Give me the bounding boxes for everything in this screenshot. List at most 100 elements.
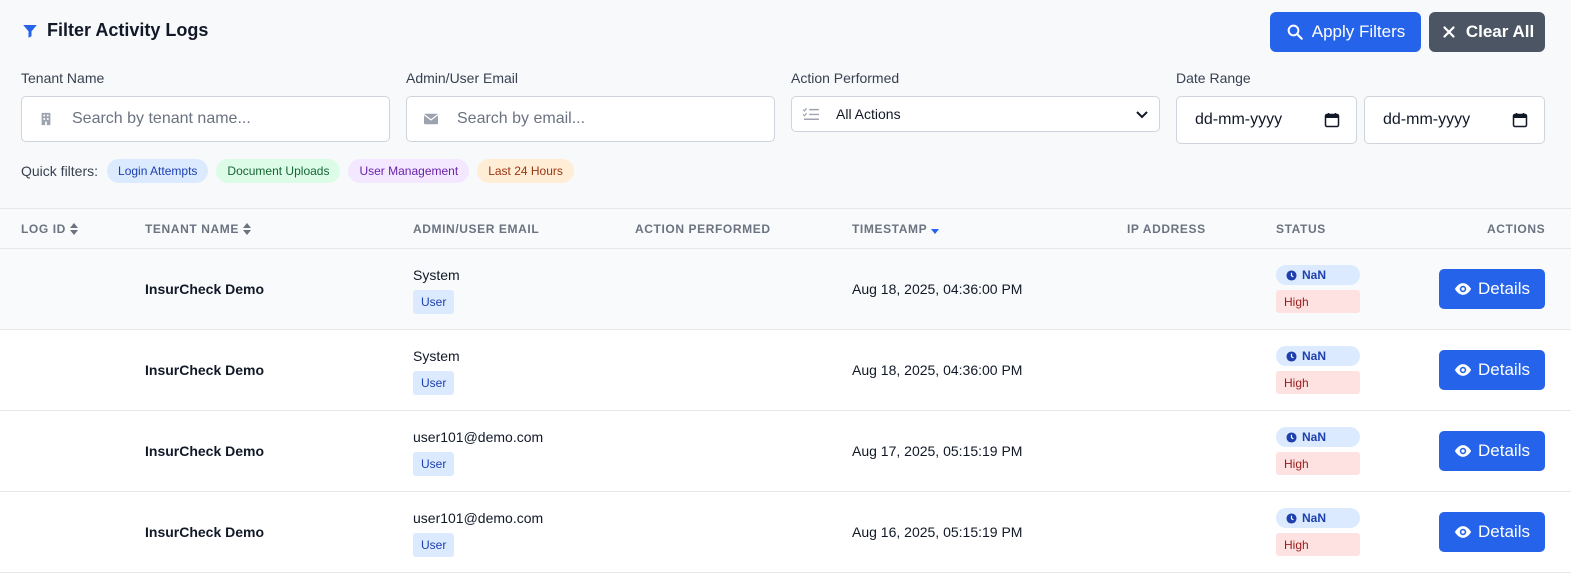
header-email: ADMIN/USER EMAIL xyxy=(413,222,539,236)
envelope-icon xyxy=(423,111,439,127)
apply-filters-button[interactable]: Apply Filters xyxy=(1270,12,1421,52)
timestamp-cell: Aug 16, 2025, 05:15:19 PM xyxy=(852,524,1023,540)
filter-icon xyxy=(23,24,37,38)
header-status: STATUS xyxy=(1276,222,1326,236)
email-label: Admin/User Email xyxy=(406,70,519,86)
tenant-search-field[interactable] xyxy=(21,96,390,142)
role-badge: User xyxy=(413,371,455,395)
status-text: NaN xyxy=(1302,349,1327,363)
tenant-cell: InsurCheck Demo xyxy=(145,362,265,378)
building-icon xyxy=(38,111,54,127)
clock-icon xyxy=(1286,431,1297,443)
timestamp-cell: Aug 18, 2025, 04:36:00 PM xyxy=(852,281,1023,297)
header-log-id[interactable]: LOG ID xyxy=(21,222,78,236)
eye-icon xyxy=(1454,445,1472,457)
details-label: Details xyxy=(1478,360,1530,379)
tenant-cell: InsurCheck Demo xyxy=(145,443,265,459)
header-actions: ACTIONS xyxy=(1487,222,1545,236)
header-log-id-label: LOG ID xyxy=(21,222,66,236)
status-badge: NaN xyxy=(1276,508,1360,528)
clear-all-label: Clear All xyxy=(1465,22,1535,41)
clock-icon xyxy=(1286,512,1297,524)
header-action: ACTION PERFORMED xyxy=(635,222,771,236)
status-badge: NaN xyxy=(1276,265,1360,285)
table-header: LOG ID TENANT NAME ADMIN/USER EMAIL ACTI… xyxy=(0,209,1571,249)
role-badge: User xyxy=(413,533,455,557)
sort-icon xyxy=(69,223,78,235)
header-timestamp[interactable]: TIMESTAMP xyxy=(852,222,940,236)
severity-badge: High xyxy=(1276,533,1360,556)
close-icon xyxy=(1443,26,1455,38)
role-badge: User xyxy=(413,452,455,476)
status-text: NaN xyxy=(1302,511,1327,525)
tenant-cell: InsurCheck Demo xyxy=(145,281,265,297)
date-from-input[interactable]: dd-mm-yyyy xyxy=(1176,96,1357,144)
clear-all-button[interactable]: Clear All xyxy=(1429,12,1545,52)
clock-icon xyxy=(1286,269,1297,281)
table-row: InsurCheck Demo System User Aug 18, 2025… xyxy=(0,249,1571,330)
apply-filters-label: Apply Filters xyxy=(1311,22,1406,41)
details-label: Details xyxy=(1478,441,1530,460)
date-to-value: dd-mm-yyyy xyxy=(1383,111,1471,128)
table-row: InsurCheck Demo user101@demo.com User Au… xyxy=(0,492,1571,573)
date-range-label: Date Range xyxy=(1176,70,1251,86)
tenant-search-input[interactable] xyxy=(72,110,352,128)
header-status-label: STATUS xyxy=(1276,222,1326,236)
email-search-field[interactable] xyxy=(406,96,775,142)
eye-icon xyxy=(1454,364,1472,376)
details-label: Details xyxy=(1478,279,1530,298)
action-label: Action Performed xyxy=(791,70,900,86)
timestamp-cell: Aug 18, 2025, 04:36:00 PM xyxy=(852,362,1023,378)
status-badge: NaN xyxy=(1276,427,1360,447)
panel-title-text: Filter Activity Logs xyxy=(47,20,209,40)
status-text: NaN xyxy=(1302,430,1327,444)
panel-title: Filter Activity Logs xyxy=(21,20,208,41)
header-ip-address: IP ADDRESS xyxy=(1127,222,1206,236)
email-cell: user101@demo.com xyxy=(413,429,544,445)
status-badge: NaN xyxy=(1276,346,1360,366)
quick-filter-document-uploads[interactable]: Document Uploads xyxy=(216,159,341,183)
email-search-input[interactable] xyxy=(457,110,737,128)
quick-filters-label: Quick filters: xyxy=(21,163,99,179)
action-select[interactable]: All Actions xyxy=(791,96,1160,132)
email-cell: System xyxy=(413,267,460,283)
header-actions-label: ACTIONS xyxy=(1487,222,1546,236)
role-badge: User xyxy=(413,290,455,314)
details-button[interactable]: Details xyxy=(1439,431,1545,471)
chevron-down-icon xyxy=(1136,111,1148,119)
severity-badge: High xyxy=(1276,452,1360,475)
status-text: NaN xyxy=(1302,268,1327,282)
severity-badge: High xyxy=(1276,290,1360,313)
clock-icon xyxy=(1286,350,1297,362)
details-label: Details xyxy=(1478,522,1530,541)
header-action-label: ACTION PERFORMED xyxy=(635,222,771,236)
details-button[interactable]: Details xyxy=(1439,269,1545,309)
calendar-icon[interactable] xyxy=(1324,112,1340,128)
header-tenant-name[interactable]: TENANT NAME xyxy=(145,222,251,236)
header-tenant-name-label: TENANT NAME xyxy=(145,222,239,236)
header-timestamp-label: TIMESTAMP xyxy=(852,222,928,236)
tenant-name-label: Tenant Name xyxy=(21,70,105,86)
date-from-value: dd-mm-yyyy xyxy=(1195,111,1283,128)
email-cell: System xyxy=(413,348,460,364)
timestamp-cell: Aug 17, 2025, 05:15:19 PM xyxy=(852,443,1023,459)
action-select-value: All Actions xyxy=(836,106,901,122)
quick-filters: Quick filters: Login Attempts Document U… xyxy=(21,159,574,183)
header-email-label: ADMIN/USER EMAIL xyxy=(413,222,540,236)
quick-filter-user-management[interactable]: User Management xyxy=(348,159,470,183)
list-check-icon xyxy=(802,107,819,120)
header-ip-address-label: IP ADDRESS xyxy=(1127,222,1206,236)
calendar-icon[interactable] xyxy=(1512,112,1528,128)
quick-filter-last-24-hours[interactable]: Last 24 Hours xyxy=(477,159,574,183)
date-to-input[interactable]: dd-mm-yyyy xyxy=(1364,96,1545,144)
details-button[interactable]: Details xyxy=(1439,512,1545,552)
email-cell: user101@demo.com xyxy=(413,510,544,526)
details-button[interactable]: Details xyxy=(1439,350,1545,390)
severity-badge: High xyxy=(1276,371,1360,394)
search-icon xyxy=(1287,24,1303,40)
sort-icon xyxy=(242,223,251,235)
table-row: InsurCheck Demo System User Aug 18, 2025… xyxy=(0,330,1571,411)
eye-icon xyxy=(1454,526,1472,538)
table-row: InsurCheck Demo user101@demo.com User Au… xyxy=(0,411,1571,492)
quick-filter-login-attempts[interactable]: Login Attempts xyxy=(107,159,209,183)
